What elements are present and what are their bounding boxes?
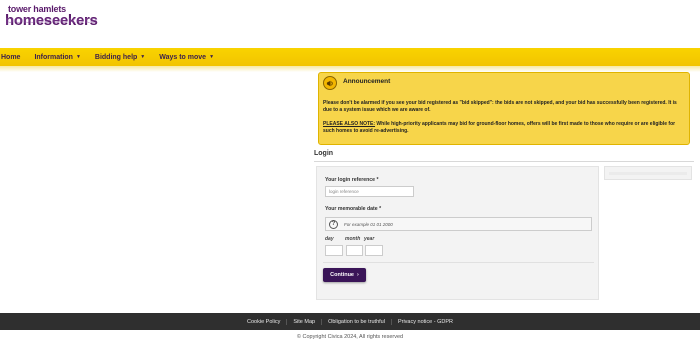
month-label: month <box>345 236 361 242</box>
footer-link-cookie-policy[interactable]: Cookie Policy <box>241 319 286 325</box>
footer: Cookie Policy Site Map Obligation to be … <box>0 313 700 330</box>
footer-link-obligation[interactable]: Obligation to be truthful <box>321 318 391 325</box>
megaphone-icon <box>323 76 337 90</box>
caret-down-icon: ▼ <box>140 54 146 60</box>
year-input[interactable] <box>365 245 383 256</box>
memorable-date-label: Your memorable date * <box>325 206 382 212</box>
chevron-right-icon: › <box>357 272 359 278</box>
announcement-box: Announcement Please don't be alarmed if … <box>318 72 690 145</box>
note-body: While high-priority applicants may bid f… <box>323 121 676 134</box>
divider <box>323 262 594 263</box>
question-icon[interactable]: ? <box>329 219 338 229</box>
reference-label: Your login reference * <box>325 177 379 183</box>
year-label: year <box>364 236 375 242</box>
day-input[interactable] <box>325 245 343 256</box>
nav-item-information[interactable]: Information ▼ <box>27 54 87 61</box>
continue-label: Continue <box>330 272 354 278</box>
footer-link-site-map[interactable]: Site Map <box>286 318 321 325</box>
nav-item-label: Ways to move <box>159 53 207 61</box>
main-nav: Home Information ▼ Bidding help ▼ Ways t… <box>0 48 700 66</box>
date-hint: ? For example 01 01 2000 <box>325 217 592 231</box>
logo-reflection: homeseekers <box>5 15 98 26</box>
caret-down-icon: ▼ <box>209 54 215 60</box>
login-form: Your login reference * Your memorable da… <box>316 166 599 300</box>
announcement-note: PLEASE ALSO NOTE: While high-priority ap… <box>323 121 683 135</box>
continue-button[interactable]: Continue › <box>323 268 366 282</box>
date-hint-text: For example 01 01 2000 <box>344 221 393 227</box>
nav-item-label: Home <box>1 53 21 61</box>
nav-item-home[interactable]: Home <box>0 54 27 61</box>
day-label: day <box>325 236 334 242</box>
divider <box>314 161 694 162</box>
nav-item-label: Information <box>34 53 73 61</box>
caret-down-icon: ▼ <box>75 54 81 60</box>
nav-item-bidding-help[interactable]: Bidding help ▼ <box>88 54 152 61</box>
nav-item-label: Bidding help <box>94 53 138 61</box>
copyright-text: © Copyright Civica 2024, All rights rese… <box>296 334 404 340</box>
side-panel <box>604 166 692 180</box>
login-reference-input[interactable] <box>325 186 414 197</box>
page-title: Login <box>314 150 334 157</box>
announcement-title: Announcement <box>343 78 391 85</box>
footer-link-privacy[interactable]: Privacy notice - GDPR <box>390 318 459 325</box>
nav-item-ways-to-move[interactable]: Ways to move ▼ <box>152 54 221 61</box>
site-logo[interactable]: tower hamlets homeseekers homeseekers <box>3 4 113 40</box>
month-input[interactable] <box>346 245 363 256</box>
note-lead: PLEASE ALSO NOTE: <box>323 121 376 127</box>
announcement-text: Please don't be alarmed if you see your … <box>323 100 677 113</box>
